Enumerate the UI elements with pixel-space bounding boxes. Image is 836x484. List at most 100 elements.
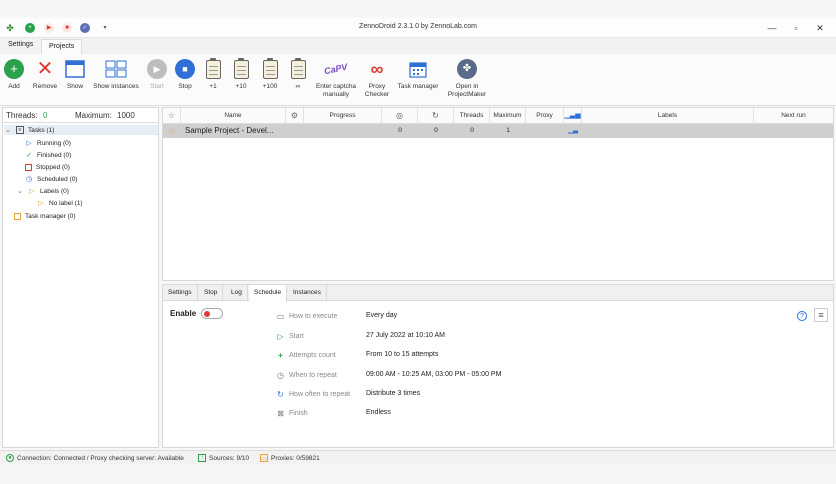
- schedule-row-attempts-count[interactable]: + Attempts count: [276, 350, 336, 360]
- proxies-status: ▭ Proxies: 0/59821: [260, 454, 320, 462]
- enter-captcha-button[interactable]: CaPV Enter captcha manually: [313, 58, 359, 99]
- tree-item-stopped[interactable]: Stopped (0): [25, 162, 70, 172]
- schedule-row-how-to-execute[interactable]: ▭ How to execute: [276, 311, 338, 321]
- collapse-icon[interactable]: ⌄: [16, 187, 24, 195]
- tasks-icon: ≡: [16, 126, 24, 134]
- column-favorite[interactable]: ☆: [163, 108, 181, 124]
- proxy-checker-button[interactable]: ∞ Proxy Checker: [362, 58, 392, 99]
- column-maximum[interactable]: Maximum: [490, 108, 526, 124]
- when-to-repeat-value[interactable]: 09:00 AM - 10:25 AM, 03:00 PM - 05:00 PM: [366, 371, 501, 378]
- open-in-projectmaker-button[interactable]: ✤ Open in ProjectMaker: [444, 58, 490, 99]
- tab-log[interactable]: Log: [226, 285, 248, 301]
- plus1-button[interactable]: +1: [202, 57, 224, 91]
- clock-icon: ◷: [25, 176, 33, 183]
- tree-item-running[interactable]: ▷ Running (0): [25, 138, 71, 148]
- column-success[interactable]: ◎: [382, 108, 418, 124]
- column-retry[interactable]: ↻: [418, 108, 454, 124]
- stop-square-icon: [25, 163, 32, 171]
- close-button[interactable]: ✕: [812, 21, 828, 35]
- clipboard-icon: [205, 57, 221, 79]
- start-value[interactable]: 27 July 2022 at 10:10 AM: [366, 332, 445, 339]
- schedule-row-finish[interactable]: ⊠ Finish: [276, 408, 308, 418]
- check-circle-icon: ◎: [396, 111, 403, 120]
- column-next-run[interactable]: Next run: [754, 108, 833, 124]
- checkmark-icon: ✓: [26, 152, 32, 159]
- maximum-value: 1000: [117, 111, 135, 120]
- column-progress[interactable]: Progress: [304, 108, 382, 124]
- column-name[interactable]: Name: [181, 108, 286, 124]
- schedule-row-start[interactable]: ▷ Start: [276, 331, 303, 341]
- start-button[interactable]: ▶ Start: [146, 58, 168, 91]
- tab-projects[interactable]: Projects: [41, 39, 83, 54]
- play-icon: ▷: [277, 331, 284, 341]
- schedule-row-when-to-repeat[interactable]: ◷ When to repeat: [276, 370, 337, 380]
- details-panel: Settings Stop Log Schedule Instances Ena…: [162, 284, 834, 448]
- attempts-count-value[interactable]: From 10 to 15 attempts: [366, 351, 438, 358]
- gear-icon: ⚙: [290, 111, 299, 120]
- star-icon: ☆: [167, 111, 176, 120]
- how-to-execute-value[interactable]: Every day: [366, 312, 397, 319]
- add-icon: +: [4, 59, 24, 79]
- remove-button[interactable]: ✕ Remove: [30, 58, 60, 91]
- plus10-button[interactable]: +10: [230, 57, 252, 91]
- add-button[interactable]: + Add: [2, 58, 26, 91]
- priority-icon: ▁▃: [568, 127, 578, 134]
- proxies-icon: ▭: [260, 454, 268, 462]
- column-labels[interactable]: Labels: [582, 108, 754, 124]
- infinite-button[interactable]: ∞: [287, 57, 309, 91]
- projects-grid: ☆ Name ⚙ Progress ◎ ↻ Threads Maximum Pr…: [162, 107, 834, 281]
- menu-icon[interactable]: ≡: [814, 308, 828, 322]
- repeat-icon: ↻: [277, 389, 284, 399]
- tree-item-task-manager[interactable]: Task manager (0): [14, 211, 76, 221]
- maximize-button[interactable]: ▫: [788, 21, 804, 35]
- clipboard-icon: [262, 57, 278, 79]
- show-window-icon: [65, 60, 85, 78]
- tab-stop[interactable]: Stop: [199, 285, 224, 301]
- finish-value[interactable]: Endless: [366, 409, 391, 416]
- toolbar: + Add ✕ Remove Show Show instances ▶ Sta…: [0, 54, 836, 106]
- task-manager-button[interactable]: Task manager: [396, 58, 440, 91]
- show-button[interactable]: Show: [62, 58, 88, 91]
- signal-bars-icon: ▁▃▅: [564, 112, 581, 119]
- collapse-icon[interactable]: ⌄: [4, 126, 12, 134]
- details-tabs: Settings Stop Log Schedule Instances: [163, 285, 833, 302]
- schedule-row-how-often-to-repeat[interactable]: ↻ How often to repeat: [276, 389, 350, 399]
- tab-settings[interactable]: Settings: [8, 41, 33, 48]
- play-icon: ▷: [26, 140, 32, 147]
- tab-settings-details[interactable]: Settings: [163, 285, 198, 301]
- column-settings[interactable]: ⚙: [286, 108, 304, 124]
- clipboard-icon: [233, 57, 249, 79]
- stop-button[interactable]: ■ Stop: [174, 58, 196, 91]
- help-icon[interactable]: ?: [797, 311, 807, 321]
- calendar-small-icon: ▭: [276, 311, 285, 321]
- show-instances-button[interactable]: Show instances: [90, 58, 142, 91]
- minimize-button[interactable]: —: [764, 21, 780, 35]
- table-row[interactable]: ☆ Sample Project - Devel... 0 0 0 1 ▁▃: [163, 124, 833, 138]
- tab-instances[interactable]: Instances: [288, 285, 327, 301]
- sources-status: ↑ Sources: 9/10: [198, 454, 249, 462]
- how-often-to-repeat-value[interactable]: Distribute 3 times: [366, 390, 420, 397]
- proxy-checker-icon: ∞: [370, 59, 384, 79]
- connection-icon: ●: [6, 454, 14, 462]
- tasks-panel: Threads: 0 Maximum: 1000 ⌄ ≡ Tasks (1) ▷…: [2, 107, 159, 448]
- column-threads[interactable]: Threads: [454, 108, 490, 124]
- column-proxy[interactable]: Proxy: [526, 108, 564, 124]
- plus100-button[interactable]: +100: [258, 57, 282, 91]
- project-name: Sample Project - Devel...: [185, 126, 274, 135]
- show-instances-icon: [105, 60, 127, 78]
- finish-flag-icon: ⊠: [277, 408, 284, 418]
- threads-count: 0: [470, 127, 474, 134]
- success-count: 0: [398, 127, 402, 134]
- tab-schedule[interactable]: Schedule: [249, 285, 288, 302]
- tree-item-no-label[interactable]: ▷ No label (1): [37, 198, 82, 208]
- title-bar: ✤ + ▶ ■ ✓ ▾ ZennoDroid 2.3.1.0 by ZennoL…: [0, 18, 836, 38]
- tree-item-labels[interactable]: ⌄ ▷ Labels (0): [16, 186, 69, 196]
- favorite-star-icon[interactable]: ☆: [163, 124, 181, 138]
- status-bar: ● Connection: Connected / Proxy checking…: [0, 450, 836, 464]
- enable-toggle[interactable]: [201, 308, 223, 319]
- captcha-icon: CaPV: [323, 61, 349, 77]
- tree-item-finished[interactable]: ✓ Finished (0): [25, 150, 71, 160]
- column-priority[interactable]: ▁▃▅: [564, 108, 582, 124]
- tree-item-tasks[interactable]: ⌄ ≡ Tasks (1): [4, 125, 158, 135]
- tree-item-scheduled[interactable]: ◷ Scheduled (0): [25, 174, 78, 184]
